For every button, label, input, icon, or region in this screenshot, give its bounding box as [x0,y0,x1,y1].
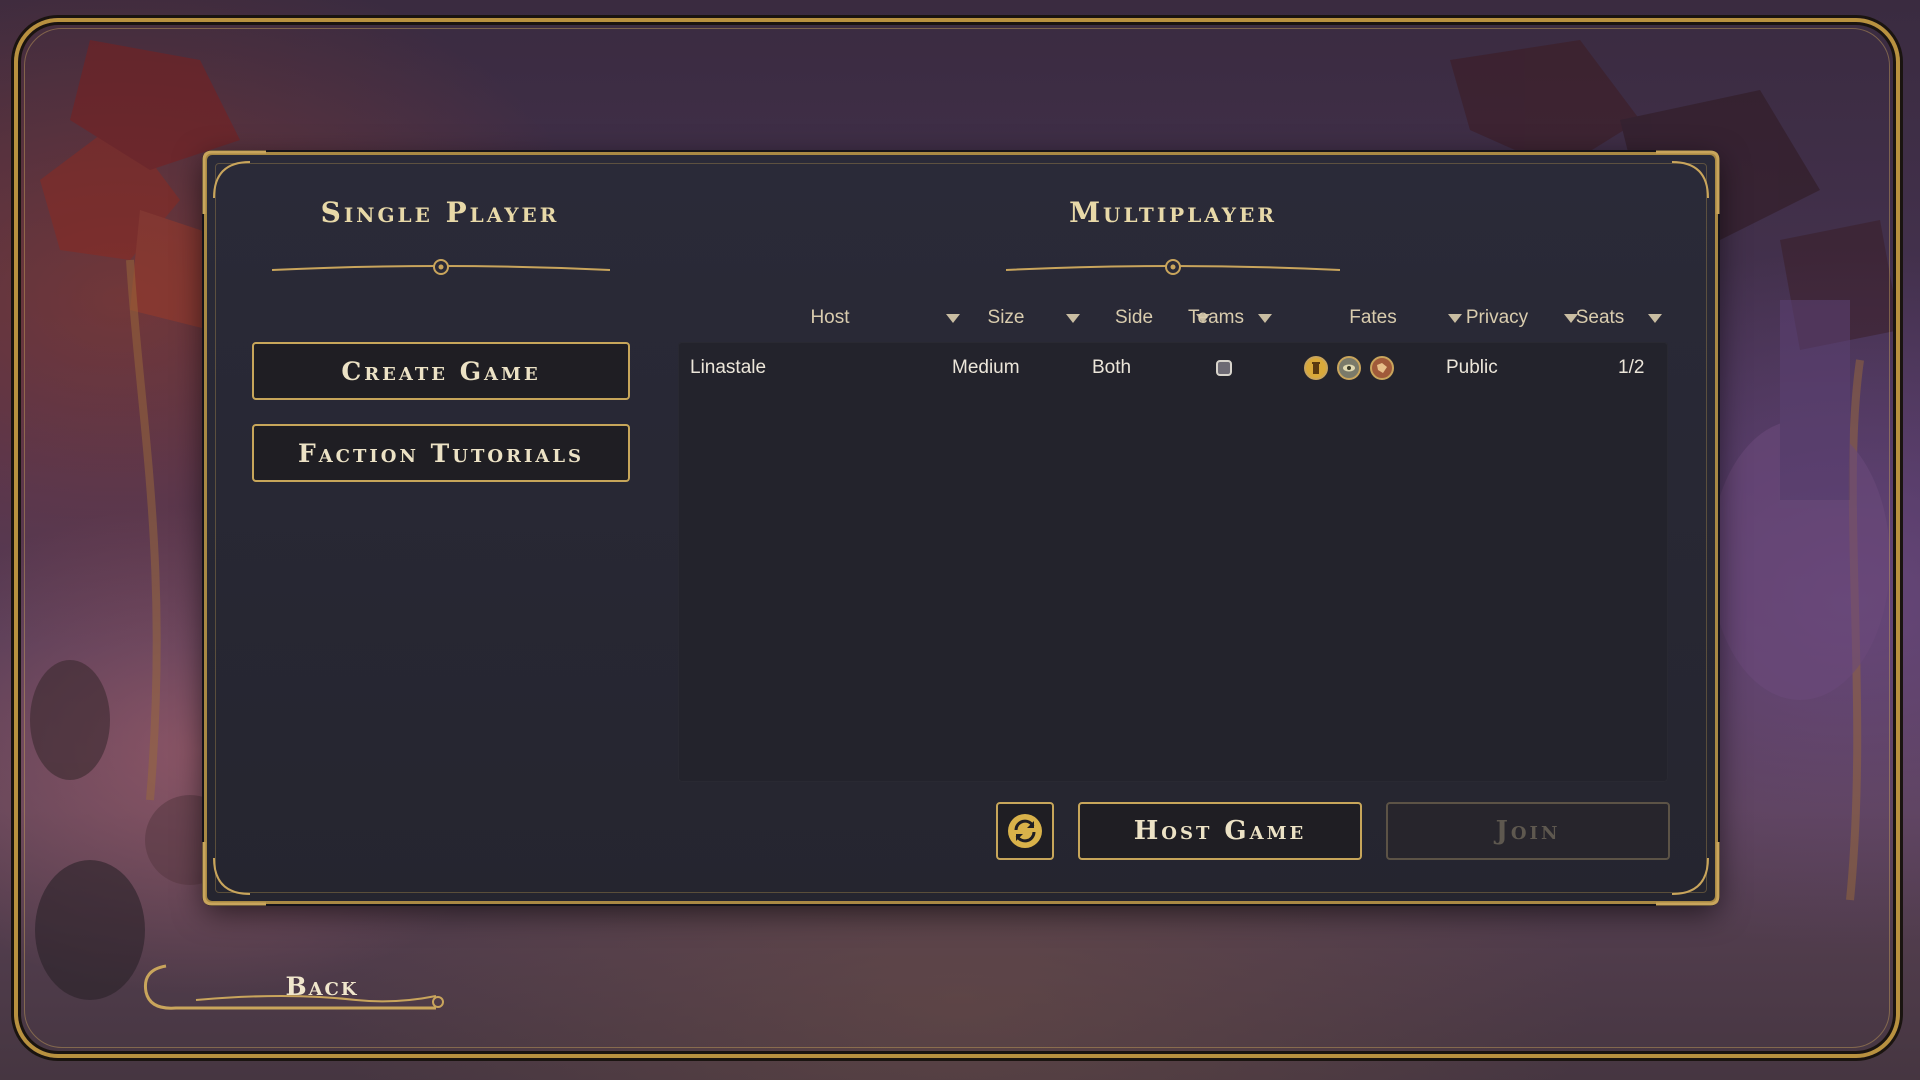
single-player-divider [272,259,610,275]
tower-fate-icon [1304,356,1328,380]
game-teams [1216,342,1232,394]
column-header-size[interactable]: Size [952,300,1080,336]
panel-corner-ornament-bottom-left [202,842,266,906]
single-player-title: Single Player [320,196,560,229]
column-label-fates: Fates [1349,307,1397,328]
column-label-host: Host [810,307,850,328]
column-label-size: Size [987,307,1025,328]
game-privacy: Public [1446,357,1498,378]
multiplayer-divider [1006,259,1340,275]
column-header-host[interactable]: Host [720,300,960,336]
refresh-button[interactable] [996,802,1054,860]
panel-corner-ornament-top-left [202,150,266,214]
column-header-seats[interactable]: Seats [1558,300,1662,336]
panel-corner-ornament-top-right [1656,150,1720,214]
game-host: Linastale [690,357,767,378]
join-button: Join [1386,802,1670,860]
host-game-button[interactable]: Host Game [1078,802,1362,860]
column-label-seats: Seats [1575,307,1625,328]
game-seats: 1/2 [1618,357,1645,378]
crest-fate-icon [1370,356,1394,380]
game-fates [1304,342,1403,394]
game-side: Both [1092,357,1132,378]
game-row[interactable]: Linastale Medium Both Public 1/2 [678,342,1668,394]
column-label-teams: Teams [1188,307,1244,328]
faction-tutorials-button[interactable]: Faction Tutorials [252,424,630,482]
back-button[interactable]: Back [252,966,392,1006]
multiplayer-title: Multiplayer [1069,196,1277,229]
sort-arrow-icon [1258,313,1272,323]
eye-fate-icon [1337,356,1361,380]
column-label-side: Side [1114,307,1154,328]
sort-arrow-icon [1648,313,1662,323]
game-list-header: Host Size Side Teams Fates Privacy Seats [680,300,1670,336]
column-label-privacy: Privacy [1465,307,1529,328]
teams-checkbox [1216,360,1232,376]
game-list[interactable]: Linastale Medium Both Public 1/2 [678,342,1668,782]
create-game-button[interactable]: Create Game [252,342,630,400]
refresh-icon [1008,814,1042,848]
column-header-teams[interactable]: Teams [1180,300,1272,336]
column-header-privacy[interactable]: Privacy [1436,300,1578,336]
game-size: Medium [952,357,1020,378]
